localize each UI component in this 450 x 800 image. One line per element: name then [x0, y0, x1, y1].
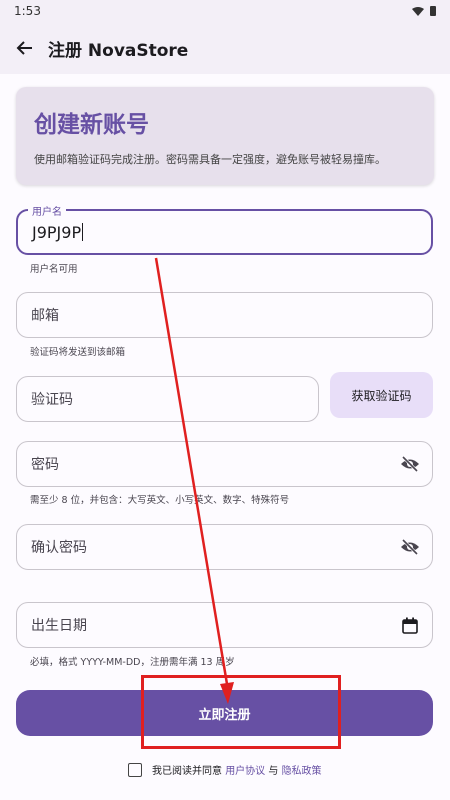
- birthdate-field[interactable]: 出生日期: [16, 602, 433, 648]
- username-field[interactable]: 用户名 J9PJ9P: [16, 203, 433, 255]
- birthdate-placeholder: 出生日期: [31, 618, 87, 634]
- app-bar: 注册 NovaStore: [0, 22, 450, 74]
- terms-checkbox[interactable]: [128, 762, 142, 777]
- intro-card: 创建新账号 使用邮箱验证码完成注册。密码需具备一定强度，避免账号被轻易撞库。: [16, 87, 434, 185]
- wifi-icon: [412, 6, 424, 16]
- terms-and: 与: [268, 766, 279, 777]
- intro-subtitle: 使用邮箱验证码完成注册。密码需具备一定强度，避免账号被轻易撞库。: [34, 153, 386, 166]
- terms-prefix: 我已阅读并同意: [152, 766, 222, 777]
- username-helper: 用户名可用: [30, 264, 78, 275]
- visibility-off-icon[interactable]: [400, 454, 420, 474]
- code-placeholder: 验证码: [31, 392, 73, 408]
- terms-row: 我已阅读并同意 用户协议 与 隐私政策: [128, 762, 322, 777]
- email-field[interactable]: 邮箱: [16, 292, 433, 338]
- user-agreement-link[interactable]: 用户协议: [225, 766, 265, 777]
- email-helper: 验证码将发送到该邮箱: [30, 347, 126, 358]
- battery-icon: [430, 6, 436, 16]
- text-caret: [82, 223, 84, 241]
- password-placeholder: 密码: [31, 457, 59, 473]
- password-field[interactable]: 密码: [16, 441, 433, 487]
- status-time: 1:53: [14, 4, 41, 18]
- username-label: 用户名: [28, 203, 66, 218]
- privacy-policy-link[interactable]: 隐私政策: [282, 766, 322, 777]
- password-helper: 需至少 8 位，并包含：大写英文、小写英文、数字、特殊符号: [30, 495, 290, 506]
- confirm-password-placeholder: 确认密码: [31, 540, 87, 556]
- register-button[interactable]: 立即注册: [16, 690, 433, 736]
- username-value: J9PJ9P: [32, 222, 82, 242]
- page-title: 注册 NovaStore: [48, 40, 189, 61]
- confirm-password-field[interactable]: 确认密码: [16, 524, 433, 570]
- visibility-off-icon[interactable]: [400, 537, 420, 557]
- status-icons: [412, 6, 436, 16]
- get-code-button[interactable]: 获取验证码: [330, 372, 433, 418]
- verification-code-field[interactable]: 验证码: [16, 376, 319, 422]
- back-button[interactable]: [14, 37, 36, 59]
- calendar-icon[interactable]: [400, 615, 420, 635]
- intro-title: 创建新账号: [34, 112, 149, 138]
- birthdate-helper: 必填，格式 YYYY-MM-DD，注册需年满 13 周岁: [30, 657, 235, 668]
- back-arrow-icon: [16, 41, 32, 55]
- email-placeholder: 邮箱: [31, 308, 59, 324]
- status-bar: 1:53: [0, 0, 450, 22]
